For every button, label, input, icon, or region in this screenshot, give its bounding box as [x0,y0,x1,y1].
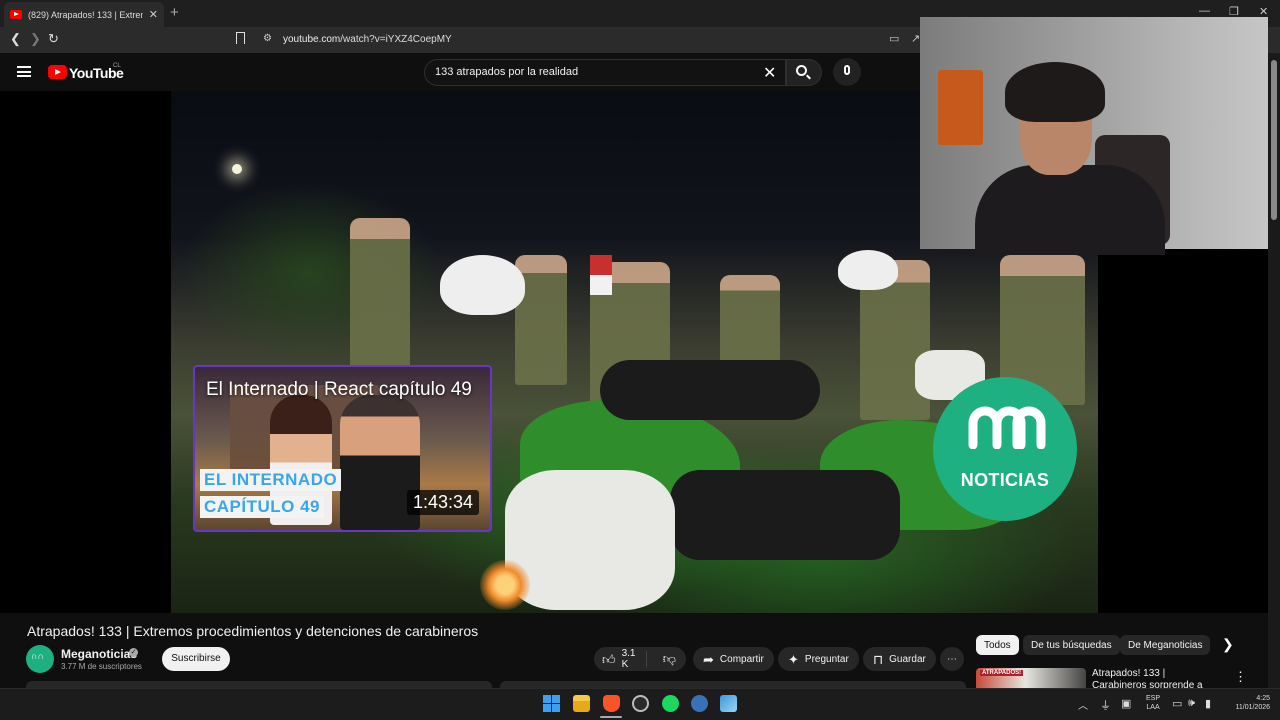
endcard-badge: CAPÍTULO 49 [200,496,325,518]
endcard-title[interactable]: El Internado | React capítulo 49 [206,378,486,402]
meganoticias-logo [933,377,1077,521]
channel-avatar-glyph: ∩∩ [31,651,44,661]
description-box[interactable] [26,681,492,688]
thumbs-down-icon: 👎︎ [662,651,676,666]
site-settings-icon[interactable]: ⚙ [263,33,272,44]
wall-jersey [938,70,983,145]
share-button[interactable]: ➦ Compartir [693,647,774,671]
meganoticias-logo-text: NOTICIAS [960,470,1050,490]
like-dislike-group: 👍︎ 3.1 K 👎︎ [594,647,686,671]
save-label: Guardar [889,653,926,665]
microphone-icon[interactable] [844,65,850,75]
url-host: youtube.com [283,34,341,45]
obs-icon[interactable] [632,695,649,712]
endcard-duration: 1:43:34 [407,490,480,515]
clock-date: 11/01/2026 [1235,704,1270,711]
share-label: Compartir [719,653,764,665]
save-button[interactable]: ⊓ Guardar [863,647,936,671]
like-button[interactable]: 👍︎ 3.1 K [594,648,647,670]
thumbnail-label: ATRAPADOS! [980,670,1024,676]
active-app-indicator [600,716,622,718]
new-tab-button[interactable]: + [170,4,179,21]
youtube-favicon-icon [10,10,22,19]
ask-label: Preguntar [804,653,849,665]
usb-icon[interactable]: ⏚ [1100,697,1111,713]
reload-icon[interactable]: ↻ [48,31,59,47]
wifi-icon[interactable]: ▭ [1172,697,1182,710]
browser-tab[interactable]: (829) Atrapados! 133 | Extremos p ✕ [4,2,164,27]
language-indicator[interactable]: ESP LAA [1146,694,1160,712]
chip-from-searches[interactable]: De tus búsquedas [1023,635,1120,655]
subscriber-count: 3.77 M de suscriptores [61,662,142,671]
flag [590,255,612,295]
monitor-icon[interactable]: ▣ [1121,697,1131,710]
officer-figure [350,218,410,368]
keyboard-layout: LAA [1146,704,1160,711]
system-clock[interactable]: 4:25 11/01/2026 [1222,694,1270,712]
country-code: CL [113,63,121,69]
minimize-icon[interactable]: — [1199,5,1210,17]
file-explorer-icon[interactable] [573,695,590,712]
brave-browser-icon[interactable] [603,695,620,712]
endcard-badge: EL INTERNADO [200,469,342,491]
language-code: ESP [1146,695,1161,702]
share-icon: ➦ [703,651,714,667]
motorcycle-fender [505,470,675,610]
volume-icon[interactable]: 🕪︎ [1188,697,1195,710]
address-bar[interactable]: youtube.com/watch?v=iYXZ4CoepMY [283,34,452,45]
windows-start-icon[interactable] [543,695,560,712]
motorcycle-seat [600,360,820,420]
battery-icon[interactable]: ▮ [1205,697,1211,710]
bookmark-save-icon: ⊓ [873,651,884,667]
clock-time: 4:25 [1256,695,1270,702]
hamburger-menu-icon[interactable] [17,66,31,77]
forward-icon[interactable]: ❯ [30,31,41,47]
back-icon[interactable]: ❮ [10,31,21,47]
search-icon[interactable] [796,65,807,76]
verified-icon: ✓ [129,648,138,657]
more-icon: ⋯ [947,653,957,665]
recommended-title[interactable]: Atrapados! 133 | Carabineros sorprende a… [1092,668,1222,688]
chip-todos[interactable]: Todos [976,635,1019,655]
cast-icon[interactable]: ▭ [889,32,899,45]
share-page-icon[interactable]: ↗ [911,32,920,45]
flare-light [480,560,530,610]
helmet [838,250,898,290]
streamer-body [975,165,1165,255]
streamer-headset [1005,62,1105,122]
helmet [440,255,525,315]
more-actions-button[interactable]: ⋯ [940,647,964,671]
tab-close-icon[interactable]: ✕ [149,8,158,21]
ask-button[interactable]: ✦ Preguntar [778,647,859,671]
chevron-right-icon[interactable]: ❯ [1222,636,1234,653]
channel-name[interactable]: Meganoticias [61,647,137,661]
search-query[interactable]: 133 atrapados por la realidad [435,66,578,78]
motorcycle-seat [670,470,900,560]
tray-overflow-icon[interactable]: ︿ [1078,697,1088,712]
scrollbar-thumb[interactable] [1271,60,1277,220]
meganoticias-m-icon [968,406,1046,449]
dislike-button[interactable]: 👎︎ [653,651,686,667]
chip-from-channel[interactable]: De Meganoticias [1120,635,1211,655]
kebab-menu-icon[interactable]: ⋮ [1234,669,1247,685]
spotify-icon[interactable] [662,695,679,712]
street-light [232,164,242,174]
sparkle-icon: ✦ [788,651,799,667]
video-title: Atrapados! 133 | Extremos procedimientos… [27,623,479,639]
tab-title: (829) Atrapados! 133 | Extremos p [28,9,143,20]
youtube-logo-icon[interactable] [48,65,67,79]
paint-icon[interactable] [720,695,737,712]
comments-box[interactable] [500,681,966,688]
like-count: 3.1 K [621,648,636,670]
url-path: /watch?v=iYXZ4CoepMY [340,34,452,45]
thumbs-up-icon: 👍︎ [602,651,616,667]
bookmark-icon[interactable] [236,32,245,44]
steam-icon[interactable] [691,695,708,712]
clear-search-icon[interactable]: ✕ [763,63,776,83]
subscribe-button[interactable]: Suscribirse [162,647,230,671]
